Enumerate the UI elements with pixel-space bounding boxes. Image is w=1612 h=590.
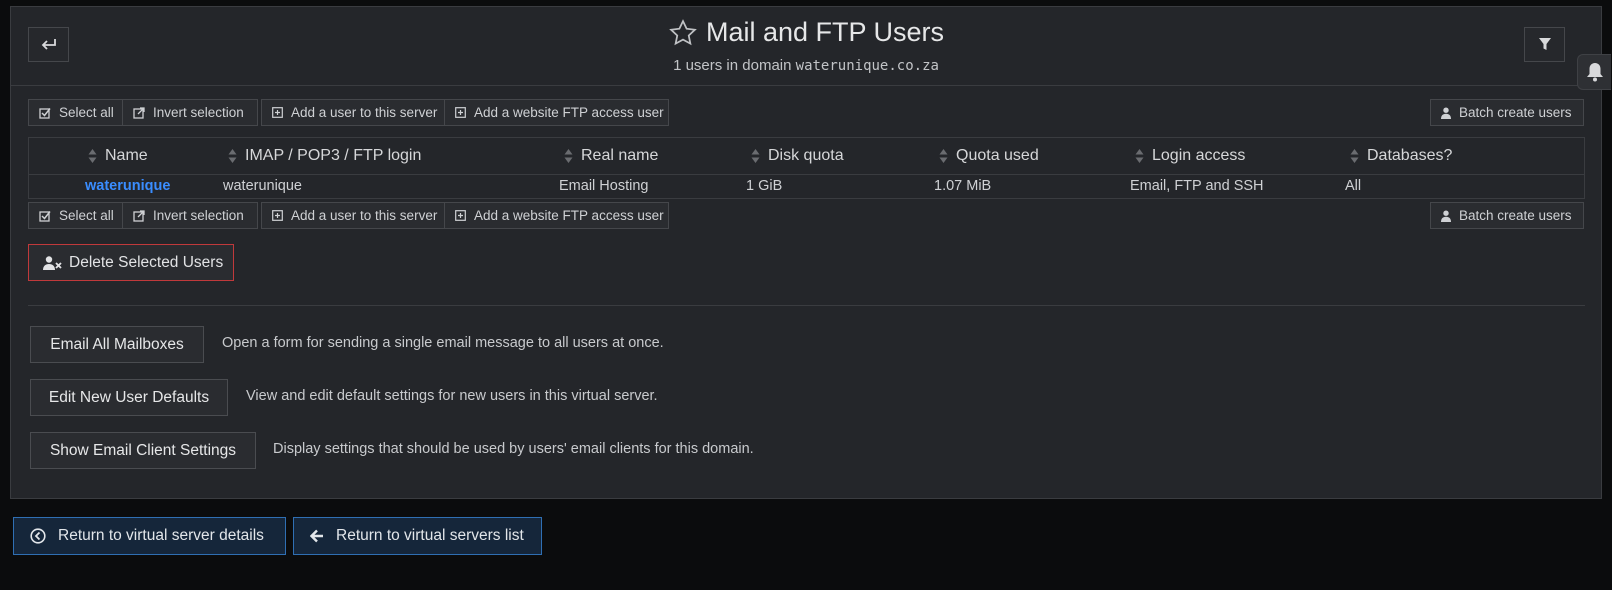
- return-virtual-servers-list-label: Return to virtual servers list: [336, 527, 524, 544]
- subtitle-prefix: 1 users in domain: [673, 56, 792, 74]
- email-all-mailboxes-button[interactable]: Email All Mailboxes: [30, 326, 204, 363]
- section-divider: [28, 305, 1585, 306]
- external-square-icon: [133, 106, 145, 119]
- column-header-name[interactable]: Name: [88, 138, 148, 174]
- add-user-label: Add a user to this server: [291, 208, 438, 223]
- column-label: Real name: [581, 147, 659, 164]
- batch-create-label: Batch create users: [1459, 208, 1572, 223]
- delete-selected-users-button[interactable]: Delete Selected Users: [28, 244, 234, 281]
- domain-name: waterunique.co.za: [795, 57, 939, 74]
- toolbar-top: Select all Invert selection Add a user t…: [28, 99, 1584, 126]
- sort-icon: [751, 149, 760, 163]
- plus-square-icon: [455, 210, 466, 221]
- delete-selected-users-label: Delete Selected Users: [69, 253, 224, 271]
- cell-login-access: Email, FTP and SSH: [1130, 178, 1264, 194]
- column-header-real-name[interactable]: Real name: [564, 138, 658, 174]
- check-square-icon: [39, 107, 51, 119]
- show-email-client-settings-label: Show Email Client Settings: [49, 441, 237, 459]
- batch-create-button[interactable]: Batch create users: [1430, 99, 1584, 126]
- filter-button[interactable]: [1524, 27, 1565, 62]
- page-title-text: Mail and FTP Users: [705, 17, 945, 47]
- batch-create-label: Batch create users: [1459, 105, 1572, 120]
- column-label: Login access: [1152, 147, 1246, 164]
- add-ftp-user-label: Add a website FTP access user: [474, 105, 664, 120]
- table-row[interactable]: waterunique waterunique Email Hosting 1 …: [29, 175, 1584, 198]
- bell-icon: [1586, 63, 1603, 82]
- invert-selection-label: Invert selection: [153, 105, 244, 120]
- column-label: Disk quota: [768, 147, 844, 164]
- add-user-label: Add a user to this server: [291, 105, 438, 120]
- column-header-databases[interactable]: Databases?: [1350, 138, 1452, 174]
- select-all-button[interactable]: Select all: [28, 202, 123, 229]
- column-header-login-access[interactable]: Login access: [1135, 138, 1245, 174]
- add-user-button[interactable]: Add a user to this server: [261, 99, 445, 126]
- select-all-button[interactable]: Select all: [28, 99, 123, 126]
- page-title: Mail and FTP Users: [668, 17, 944, 48]
- toolbar-bottom: Select all Invert selection Add a user t…: [28, 202, 1584, 229]
- column-header-disk-quota[interactable]: Disk quota: [751, 138, 844, 174]
- column-label: Name: [105, 147, 148, 164]
- sort-icon: [564, 149, 573, 163]
- sort-icon: [228, 149, 237, 163]
- title-block: Mail and FTP Users 1 users in domain wat…: [11, 17, 1601, 74]
- column-label: Databases?: [1367, 147, 1453, 164]
- users-table: Name IMAP / POP3 / FTP login Real name D…: [28, 137, 1585, 199]
- circle-arrow-left-icon: [30, 528, 46, 544]
- page-header: Mail and FTP Users 1 users in domain wat…: [11, 7, 1611, 90]
- add-ftp-user-button[interactable]: Add a website FTP access user: [444, 99, 669, 126]
- select-all-label: Select all: [59, 208, 114, 223]
- invert-selection-button[interactable]: Invert selection: [122, 99, 258, 126]
- cell-databases: All: [1345, 178, 1362, 194]
- add-user-button[interactable]: Add a user to this server: [261, 202, 445, 229]
- add-ftp-user-label: Add a website FTP access user: [474, 208, 664, 223]
- table-header: Name IMAP / POP3 / FTP login Real name D…: [29, 138, 1584, 175]
- return-virtual-server-details-label: Return to virtual server details: [58, 527, 264, 544]
- arrow-left-icon: [310, 529, 323, 543]
- edit-new-user-defaults-button[interactable]: Edit New User Defaults: [30, 379, 228, 416]
- plus-square-icon: [272, 107, 283, 118]
- show-email-client-settings-button[interactable]: Show Email Client Settings: [30, 432, 256, 469]
- column-label: IMAP / POP3 / FTP login: [245, 147, 422, 164]
- select-all-label: Select all: [59, 105, 114, 120]
- batch-create-button[interactable]: Batch create users: [1430, 202, 1584, 229]
- sort-icon: [939, 149, 948, 163]
- column-label: Quota used: [956, 147, 1039, 164]
- star-icon[interactable]: [668, 18, 698, 48]
- column-header-quota-used[interactable]: Quota used: [939, 138, 1039, 174]
- page-subtitle: 1 users in domain waterunique.co.za: [11, 57, 1601, 74]
- email-all-mailboxes-description: Open a form for sending a single email m…: [222, 335, 664, 351]
- cell-quota-used: 1.07 MiB: [934, 178, 992, 194]
- external-square-icon: [133, 209, 145, 222]
- return-virtual-server-details-button[interactable]: Return to virtual server details: [13, 517, 286, 555]
- return-virtual-servers-list-button[interactable]: Return to virtual servers list: [293, 517, 542, 555]
- filter-icon: [1538, 38, 1551, 50]
- sort-icon: [1135, 149, 1144, 163]
- plus-square-icon: [272, 210, 283, 221]
- cell-disk-quota: 1 GiB: [746, 178, 783, 194]
- user-times-icon: [43, 255, 62, 270]
- invert-selection-button[interactable]: Invert selection: [122, 202, 258, 229]
- cell-login: waterunique: [223, 178, 302, 194]
- plus-square-icon: [455, 107, 466, 118]
- main-panel: Mail and FTP Users 1 users in domain wat…: [10, 6, 1611, 499]
- edit-new-user-defaults-label: Edit New User Defaults: [48, 388, 210, 406]
- add-ftp-user-button[interactable]: Add a website FTP access user: [444, 202, 669, 229]
- edit-new-user-defaults-description: View and edit default settings for new u…: [246, 388, 658, 404]
- user-icon: [1441, 107, 1451, 119]
- sort-icon: [1350, 149, 1359, 163]
- show-email-client-settings-description: Display settings that should be used by …: [273, 441, 754, 457]
- user-icon: [1441, 210, 1451, 222]
- invert-selection-label: Invert selection: [153, 208, 244, 223]
- cell-real-name: Email Hosting: [559, 178, 649, 194]
- notifications-tab[interactable]: [1577, 54, 1611, 90]
- check-square-icon: [39, 210, 51, 222]
- sort-icon: [88, 149, 97, 163]
- email-all-mailboxes-label: Email All Mailboxes: [50, 335, 184, 353]
- user-name-link[interactable]: waterunique: [85, 175, 170, 198]
- column-header-login[interactable]: IMAP / POP3 / FTP login: [228, 138, 421, 174]
